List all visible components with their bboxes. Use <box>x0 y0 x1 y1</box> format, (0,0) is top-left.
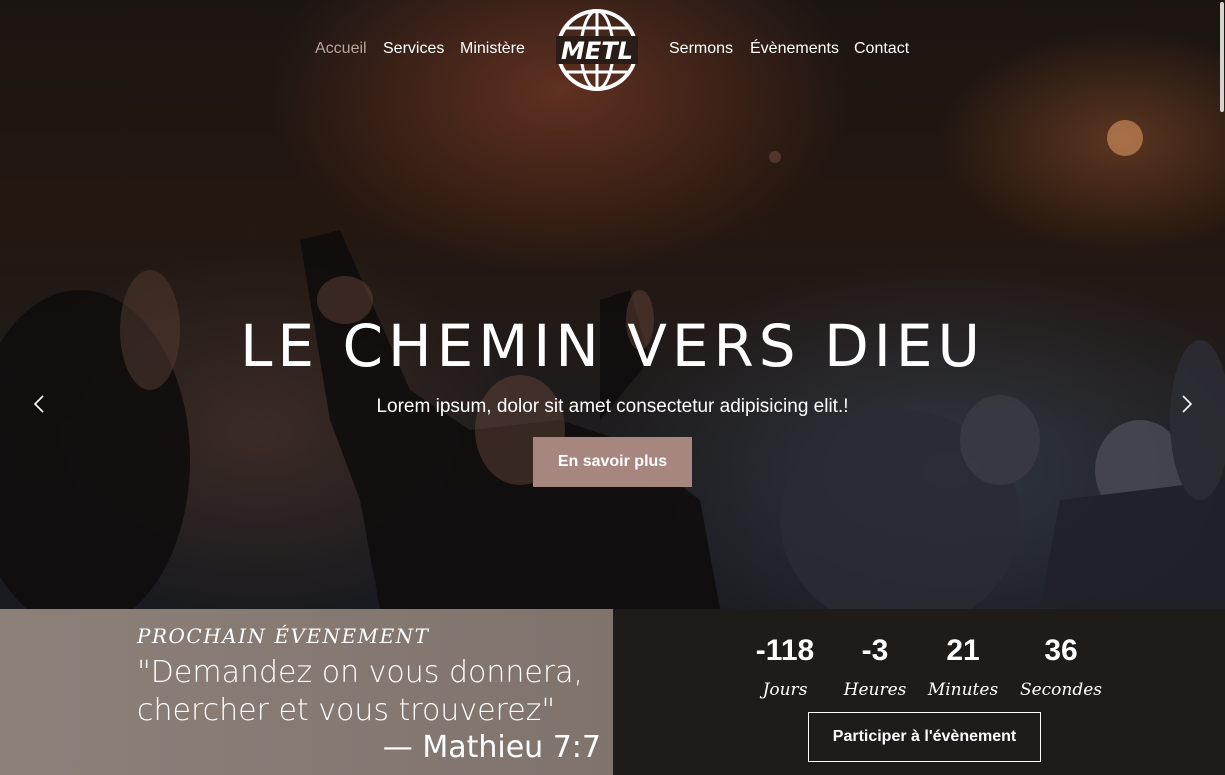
quote-reference: — Mathieu 7:7 <box>382 730 601 765</box>
countdown-minutes-value: 21 <box>946 634 980 667</box>
nav-item-accueil[interactable]: Accueil <box>315 40 367 58</box>
next-event-tag: PROCHAIN ÉVENEMENT <box>137 624 430 648</box>
quote-line-1: "Demandez on vous donnera, <box>137 655 584 690</box>
join-event-button[interactable]: Participer à l'évènement <box>808 712 1041 762</box>
main-nav: Accueil Services Ministère METL Sermons … <box>0 0 1225 100</box>
countdown-hours-label: Heures <box>843 680 907 700</box>
nav-item-sermons[interactable]: Sermons <box>669 40 733 58</box>
hero-title: LE CHEMIN VERS DIEU <box>240 312 985 380</box>
nav-item-contact[interactable]: Contact <box>854 40 909 58</box>
countdown-seconds-value: 36 <box>1044 634 1078 667</box>
chevron-left-icon[interactable] <box>32 394 46 414</box>
nav-item-services[interactable]: Services <box>383 40 444 58</box>
logo-globe-icon[interactable]: METL <box>554 6 640 94</box>
event-quote: "Demandez on vous donnera, chercher et v… <box>137 654 607 730</box>
quote-line-2: chercher et vous trouverez" <box>137 693 556 728</box>
learn-more-button[interactable]: En savoir plus <box>533 437 692 487</box>
countdown-days-value: -118 <box>755 634 815 667</box>
countdown-days-label: Jours <box>762 680 808 700</box>
nav-item-evenements[interactable]: Évènements <box>750 40 839 58</box>
hero-subtitle: Lorem ipsum, dolor sit amet consectetur … <box>376 396 849 417</box>
svg-text:METL: METL <box>561 37 633 65</box>
countdown-hours: -3 Heures <box>825 634 925 700</box>
countdown-days: -118 Jours <box>735 634 835 700</box>
countdown-minutes: 21 Minutes <box>913 634 1013 700</box>
countdown-minutes-label: Minutes <box>927 680 999 700</box>
page-scrollbar[interactable] <box>1219 0 1225 115</box>
hero-section: Accueil Services Ministère METL Sermons … <box>0 0 1225 609</box>
countdown-hours-value: -3 <box>861 634 889 667</box>
chevron-right-icon[interactable] <box>1180 394 1194 414</box>
nav-item-ministere[interactable]: Ministère <box>460 40 525 58</box>
countdown-seconds-label: Secondes <box>1019 680 1103 700</box>
countdown-seconds: 36 Secondes <box>1011 634 1111 700</box>
